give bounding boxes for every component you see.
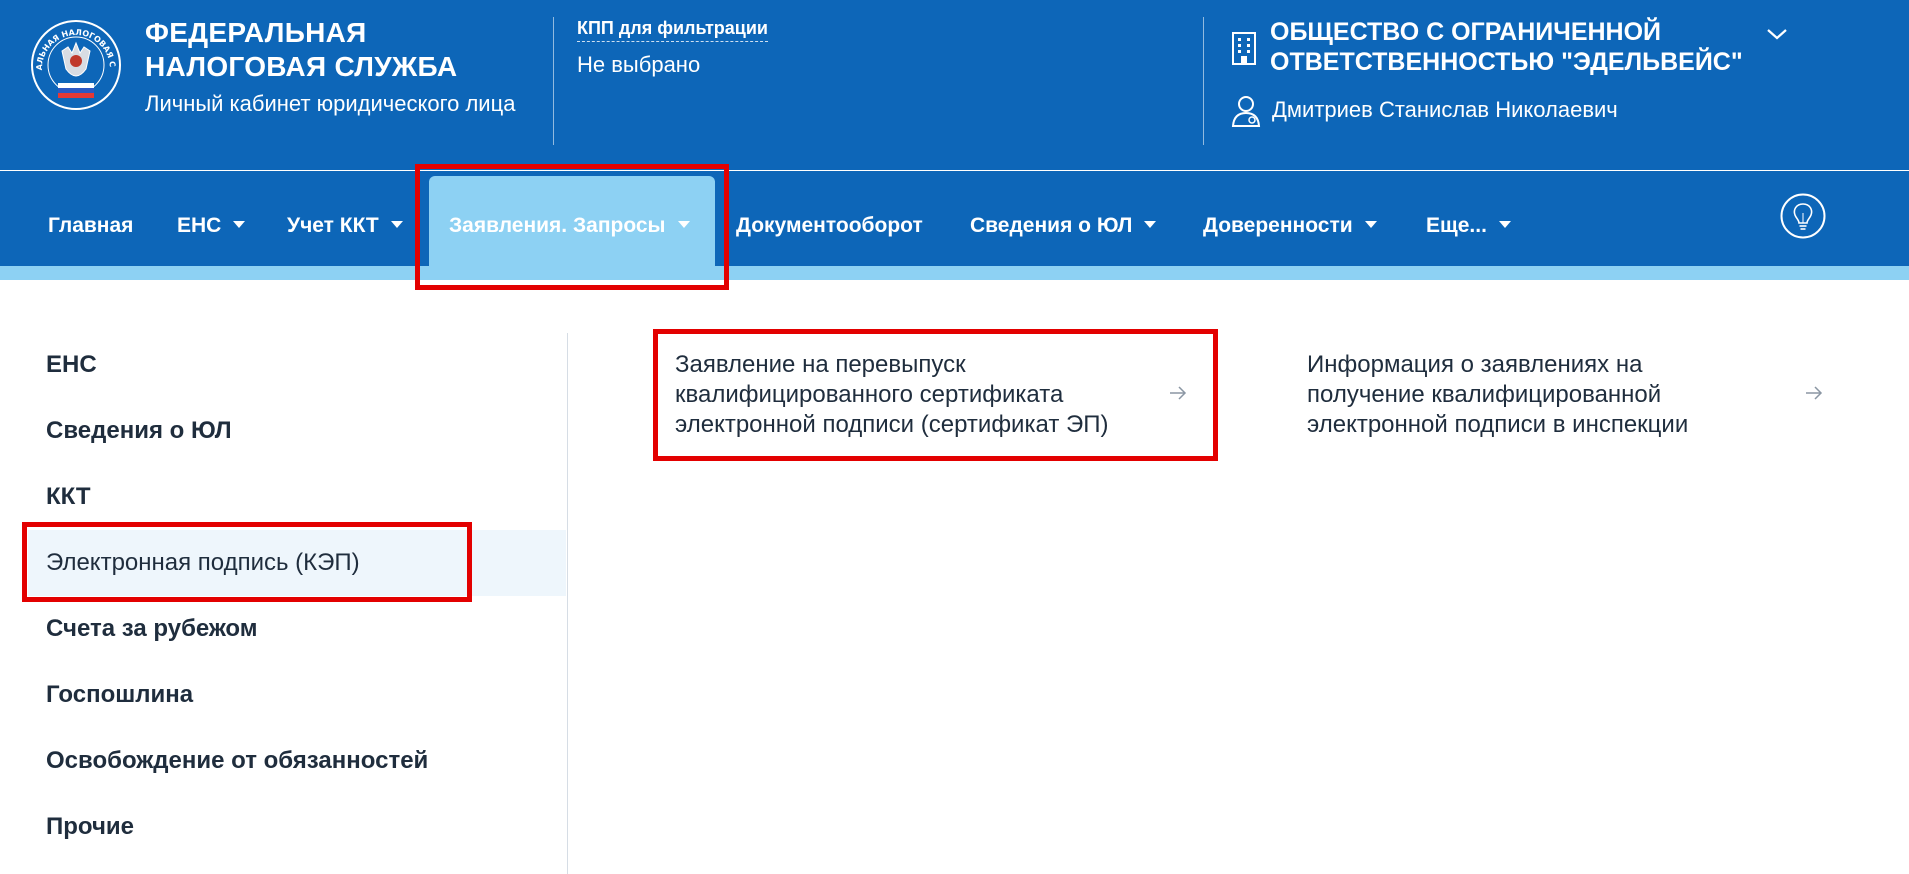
link-text-line-1: Информация о заявлениях на [1307,351,1643,378]
caret-down-icon [1144,220,1157,228]
caret-down-icon [1364,220,1377,228]
sidebar-item-company-info[interactable]: Сведения о ЮЛ [46,417,232,445]
nav-item-label: Документооборот [736,214,923,237]
link-text-line-3: электронной подписи в инспекции [1307,411,1689,438]
sidebar-divider [567,333,568,874]
link-applications-info[interactable]: Информация о заявлениях на получение ква… [1297,346,1832,446]
brand-subtitle: Личный кабинет юридического лица [145,91,516,116]
link-text-line-1: Заявление на перевыпуск [675,351,966,378]
sidebar-item-exemption[interactable]: Освобождение от обязанностей [46,747,428,775]
user-icon [1231,96,1261,127]
link-reissue-certificate[interactable]: Заявление на перевыпуск квалифицированно… [665,346,1200,446]
lightbulb-icon[interactable] [1780,193,1826,239]
nav-item-label: Доверенности [1203,214,1353,237]
brand-title: ФЕДЕРАЛЬНАЯ НАЛОГОВАЯ СЛУЖБА [145,16,457,84]
arrow-right-icon [1806,386,1823,400]
organization-name[interactable]: ОБЩЕСТВО С ОГРАНИЧЕННОЙ ОТВЕТСТВЕННОСТЬЮ… [1270,17,1743,77]
brand-line-2: НАЛОГОВАЯ СЛУЖБА [145,51,458,82]
link-text-line-3: электронной подписи (сертификат ЭП) [675,411,1109,438]
caret-down-icon [1498,220,1511,228]
nav-item-home[interactable]: Главная [48,214,133,238]
caret-down-icon [390,220,403,228]
link-text: Информация о заявлениях на получение ква… [1307,350,1688,440]
kpp-filter-value[interactable]: Не выбрано [577,52,700,78]
user-name[interactable]: Дмитриев Станислав Николаевич [1272,97,1618,123]
sidebar-item-foreign-accounts[interactable]: Счета за рубежом [46,615,257,643]
chevron-down-icon[interactable] [1765,26,1789,42]
link-text: Заявление на перевыпуск квалифицированно… [675,350,1108,440]
nav-item-label: Заявления. Запросы [449,214,666,237]
link-text-line-2: квалифицированного сертификата [675,381,1064,408]
nav-item-company-info[interactable]: Сведения о ЮЛ [970,214,1157,238]
fns-emblem-logo[interactable]: ФЕДЕРАЛЬНАЯ НАЛОГОВАЯ СЛУЖБА [28,17,123,118]
nav-item-label: ЕНС [177,214,222,237]
nav-item-power-of-attorney[interactable]: Доверенности [1203,214,1377,238]
brand-line-1: ФЕДЕРАЛЬНАЯ [145,17,367,48]
link-text-line-2: получение квалифицированной [1307,381,1662,408]
header-divider [553,17,554,145]
nav-item-label: Сведения о ЮЛ [970,214,1133,237]
organization-name-line-1: ОБЩЕСТВО С ОГРАНИЧЕННОЙ [1270,18,1662,46]
caret-down-icon [233,220,246,228]
sidebar-item-electronic-signature[interactable]: Электронная подпись (КЭП) [46,549,360,577]
kpp-filter-label[interactable]: КПП для фильтрации [577,18,768,42]
nav-item-label: Учет ККТ [287,214,379,237]
nav-item-more[interactable]: Еще... [1426,214,1511,238]
sidebar-item-other[interactable]: Прочие [46,813,134,841]
nav-item-applications[interactable]: Заявления. Запросы [449,214,690,238]
header-divider [1203,17,1204,145]
nav-item-document-flow[interactable]: Документооборот [736,214,923,238]
sidebar-item-state-duty[interactable]: Госпошлина [46,681,193,709]
caret-down-icon [677,220,690,228]
building-icon [1232,32,1256,65]
nav-bottom-strip [0,266,1909,280]
sidebar-item-ens[interactable]: ЕНС [46,351,97,379]
nav-item-ens[interactable]: ЕНС [177,214,246,238]
sidebar-item-kkt[interactable]: ККТ [46,483,91,511]
arrow-right-icon [1170,386,1187,400]
nav-item-label: Главная [48,214,134,237]
organization-name-line-2: ОТВЕТСТВЕННОСТЬЮ "ЭДЕЛЬВЕЙС" [1270,48,1743,76]
nav-item-kkt[interactable]: Учет ККТ [287,214,403,238]
nav-item-label: Еще... [1426,214,1487,237]
